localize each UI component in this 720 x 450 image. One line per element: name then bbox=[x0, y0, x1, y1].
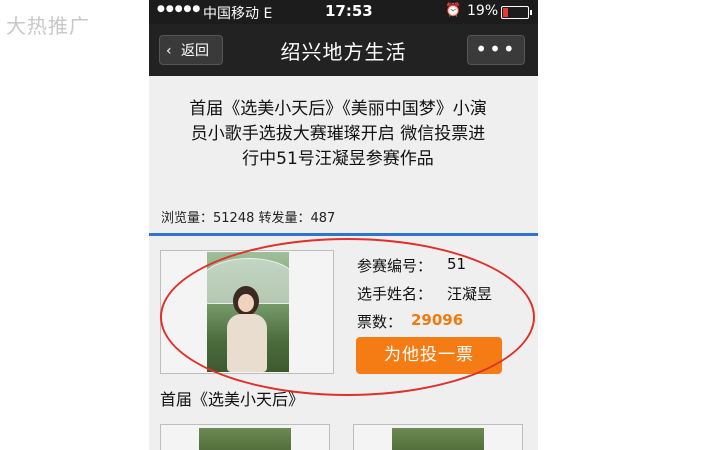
dress-shape bbox=[227, 314, 267, 372]
contestant-photo[interactable] bbox=[207, 252, 289, 372]
thumbnail-image[interactable] bbox=[392, 428, 484, 450]
ellipsis-icon: ••• bbox=[475, 37, 517, 61]
signal-strength-icon: ●●●●● bbox=[157, 4, 202, 14]
article-title: 首届《选美小天后》《美丽中国梦》小演员小歌手选拔大赛璀璨开启 微信投票进行中51… bbox=[189, 99, 487, 169]
battery-percent: 19% bbox=[467, 3, 499, 19]
contestant-name-value: 汪凝昱 bbox=[447, 285, 493, 303]
section-divider bbox=[149, 233, 538, 236]
clock-time: 17:53 bbox=[325, 2, 373, 20]
alarm-clock-icon: ⏰ bbox=[445, 3, 462, 18]
contestant-photo-frame[interactable] bbox=[160, 250, 334, 374]
watermark-text: 大热推广 bbox=[6, 14, 90, 38]
votes-label: 票数： bbox=[357, 313, 403, 331]
section-title: 首届《选美小天后》 bbox=[160, 390, 305, 409]
entry-number-value: 51 bbox=[447, 255, 467, 273]
battery-icon bbox=[501, 6, 532, 19]
face-shape bbox=[238, 294, 254, 312]
article-stats: 浏览量：51248 转发量：487 bbox=[161, 211, 336, 226]
phone-screen: ●●●●● 中国移动 E 17:53 ⏰ 19% ‹ 返回 绍兴地方生活 •••… bbox=[149, 0, 538, 450]
thumbnail-image[interactable] bbox=[199, 428, 291, 450]
vote-button[interactable]: 为他投一票 bbox=[356, 337, 502, 374]
votes-count: 29096 bbox=[411, 311, 464, 329]
carrier-label: 中国移动 E bbox=[203, 6, 273, 22]
nav-bar: ‹ 返回 绍兴地方生活 ••• bbox=[149, 24, 538, 76]
entry-number-label: 参赛编号： bbox=[357, 257, 433, 275]
contestant-name-label: 选手姓名： bbox=[357, 285, 433, 303]
status-bar: ●●●●● 中国移动 E 17:53 ⏰ 19% bbox=[149, 0, 538, 24]
entry-thumbnail[interactable] bbox=[160, 424, 330, 450]
entry-thumbnail[interactable] bbox=[353, 424, 523, 450]
more-options-button[interactable]: ••• bbox=[467, 35, 525, 65]
